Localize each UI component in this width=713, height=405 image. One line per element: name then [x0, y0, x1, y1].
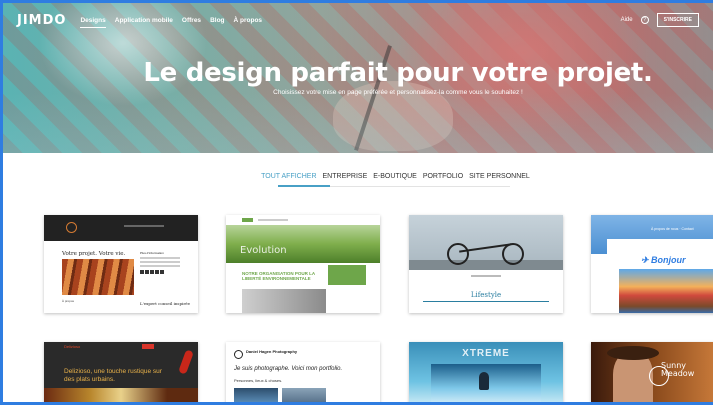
top-navigation: JIMDO Designs Application mobile Offres … — [3, 3, 713, 37]
hero-title: Le design parfait pour votre projet. — [143, 58, 653, 88]
bicycle-icon — [447, 237, 527, 267]
card-image-2 — [282, 388, 326, 402]
filters-underline — [278, 185, 510, 187]
card-brand: Daniel Hagen Photography — [246, 349, 298, 354]
design-card-6[interactable]: Daniel Hagen Photography Je suis photogr… — [226, 342, 380, 402]
card-heading: XTREME — [462, 348, 510, 359]
filter-personal-site[interactable]: SITE PERSONNEL — [469, 173, 530, 185]
card-overlay-text: Evolution — [240, 245, 287, 256]
logo-circle-icon — [66, 222, 77, 233]
social-icons — [140, 270, 180, 274]
card-image: Evolution — [226, 225, 380, 263]
card-heading: NOTRE ORGANISATION POUR LA LIBERTÉ ENVIR… — [242, 271, 315, 282]
chili-image — [178, 349, 194, 375]
card-nav: À propos de nous · Contact — [651, 227, 694, 231]
camera-logo-icon — [234, 350, 243, 359]
filter-eshop[interactable]: E-BOUTIQUE — [373, 173, 417, 185]
card-side-title: Plus d'information — [140, 251, 164, 255]
card-subheading: L'expert conseil inspirée — [140, 301, 190, 306]
nav-link-designs[interactable]: Designs — [80, 17, 107, 28]
jimdo-logo[interactable]: JIMDO — [17, 13, 66, 28]
card-about-label: À propos — [62, 299, 75, 303]
design-card-2[interactable]: Evolution NOTRE ORGANISATION POUR LA LIB… — [226, 215, 380, 313]
card-heading: Lifestyle — [470, 291, 502, 299]
nav-right-group: Aide ? S'INSCRIRE — [621, 13, 699, 27]
hero-subtitle: Choisissez votre mise en page préférée e… — [273, 89, 523, 96]
nav-link-blog[interactable]: Blog — [210, 17, 224, 24]
help-link[interactable]: Aide — [621, 17, 633, 23]
nav-link-about[interactable]: À propos — [234, 17, 263, 24]
design-card-3[interactable]: Lifestyle — [409, 215, 563, 313]
card-subheading: Personnes, lieux & choses. — [234, 378, 283, 383]
card-image — [44, 388, 198, 402]
signup-button[interactable]: S'INSCRIRE — [656, 13, 699, 27]
card-heading: Votre projet. Votre vie. — [62, 251, 126, 257]
card-heading: Je suis photographe. Voici mon portfolio… — [234, 366, 343, 372]
card-image — [234, 388, 278, 402]
help-icon[interactable]: ? — [640, 16, 649, 24]
card-image — [619, 269, 713, 313]
category-filters: TOUT AFFICHER ENTREPRISE E-BOUTIQUE PORT… — [3, 173, 713, 185]
card-image — [62, 259, 134, 295]
nav-link-offers[interactable]: Offres — [182, 17, 201, 24]
design-card-4[interactable]: À propos de nous · Contact ✈ Bonjour — [591, 215, 713, 313]
filter-business[interactable]: ENTREPRISE — [323, 173, 368, 185]
card-sidebar: Plus d'information — [140, 251, 180, 274]
design-card-7[interactable]: XTREME — [409, 342, 563, 402]
filter-all[interactable]: TOUT AFFICHER — [261, 173, 316, 185]
nav-link-mobile-app[interactable]: Application mobile — [115, 17, 173, 24]
design-card-1[interactable]: Votre projet. Votre vie. Plus d'informat… — [44, 215, 198, 313]
card-header — [44, 215, 198, 241]
filter-portfolio[interactable]: PORTFOLIO — [423, 173, 463, 185]
card-heading: Sunny Meadow — [661, 361, 695, 378]
card-image — [409, 215, 563, 270]
design-card-5[interactable]: Delizioso Delizioso, une touche rustique… — [44, 342, 198, 402]
card-heading: Delizioso, une touche rustique sur des p… — [64, 368, 162, 383]
design-card-8[interactable]: Sunny Meadow — [591, 342, 713, 402]
card-logo: Delizioso — [64, 344, 81, 349]
card-heading: ✈ Bonjour — [641, 255, 686, 265]
browser-frame: JIMDO Designs Application mobile Offres … — [0, 0, 713, 405]
card-image-2 — [242, 289, 326, 313]
